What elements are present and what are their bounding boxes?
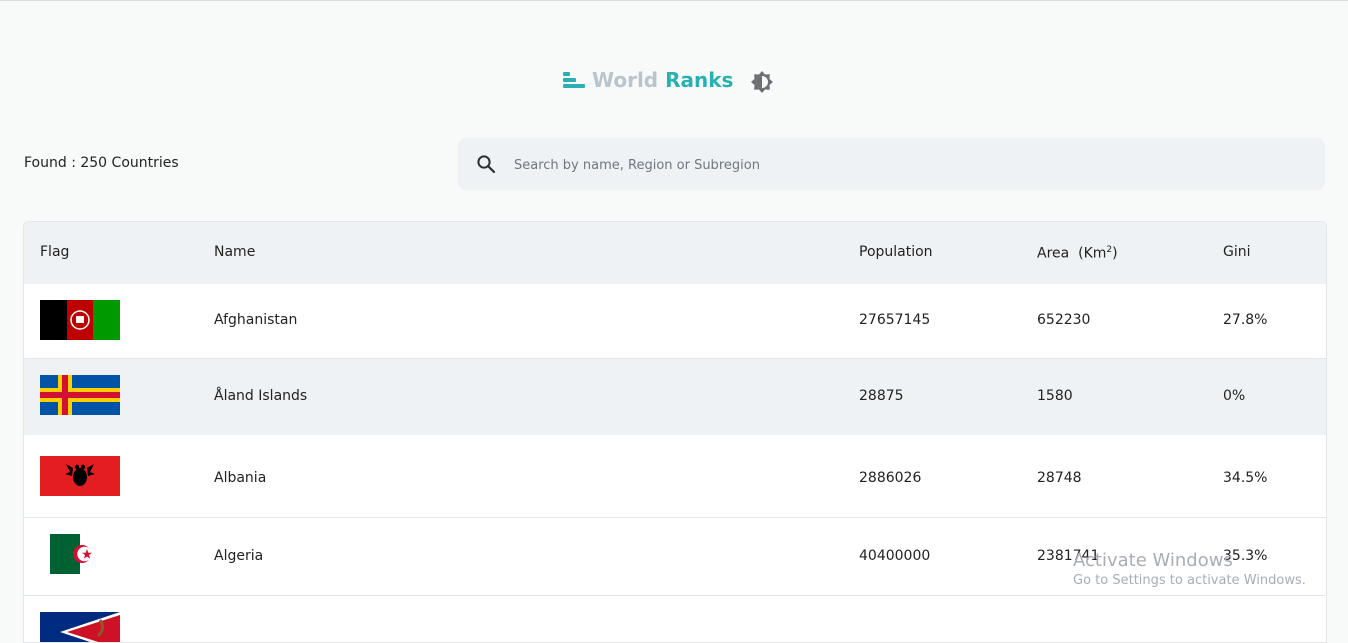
table-row[interactable]: Algeria 40400000 2381741 35.3% [24, 518, 1326, 596]
top-border [0, 0, 1348, 1]
country-gini: 34.5% [1223, 470, 1268, 486]
column-header-flag[interactable]: Flag [40, 244, 69, 260]
albania-flag [40, 456, 120, 496]
column-header-name[interactable]: Name [214, 244, 255, 260]
app-logo[interactable]: World Ranks [562, 68, 733, 92]
column-header-area-label: Area (Km [1037, 245, 1107, 262]
table-row[interactable]: Åland Islands 28875 1580 0% [24, 359, 1326, 439]
american-samoa-flag [40, 612, 120, 642]
country-area: 28748 [1037, 470, 1082, 486]
countries-table: Flag Name Population Area (Km2) Gini Afg… [23, 221, 1327, 643]
countries-found-count: Found : 250 Countries [24, 155, 179, 171]
country-area: 652230 [1037, 312, 1091, 328]
aland-islands-flag [40, 375, 120, 415]
country-name[interactable]: Afghanistan [214, 312, 297, 328]
country-gini: 0% [1223, 388, 1246, 404]
country-population: 28875 [859, 388, 904, 404]
column-header-area-close: ) [1112, 245, 1118, 262]
logo-word-world: World [592, 68, 659, 92]
column-header-area[interactable]: Area (Km2) [1037, 245, 1118, 262]
search-bar[interactable] [458, 138, 1325, 192]
theme-toggle-icon[interactable] [750, 70, 774, 94]
country-population: 27657145 [859, 312, 931, 328]
app-header: World Ranks [0, 64, 1348, 100]
country-name[interactable]: Albania [214, 470, 266, 486]
logo-word-ranks: Ranks [665, 68, 734, 92]
table-row[interactable]: Albania 2886026 28748 34.5% [24, 440, 1326, 518]
country-name[interactable]: Åland Islands [214, 388, 307, 404]
afghanistan-flag [40, 300, 120, 340]
country-population: 40400000 [859, 548, 931, 564]
country-area: 2381741 [1037, 548, 1100, 564]
search-input[interactable] [512, 138, 1296, 192]
table-row[interactable] [24, 596, 1326, 642]
column-header-gini[interactable]: Gini [1223, 244, 1251, 260]
table-header-row: Flag Name Population Area (Km2) Gini [24, 222, 1326, 285]
country-population: 2886026 [859, 470, 922, 486]
country-area: 1580 [1037, 388, 1073, 404]
column-header-population[interactable]: Population [859, 244, 933, 260]
country-gini: 35.3% [1223, 548, 1268, 564]
table-row[interactable]: Afghanistan 27657145 652230 27.8% [24, 284, 1326, 359]
search-icon [477, 155, 496, 174]
country-name[interactable]: Algeria [214, 548, 263, 564]
ranks-logo-icon [563, 72, 585, 88]
algeria-flag [50, 534, 110, 574]
country-gini: 27.8% [1223, 312, 1268, 328]
